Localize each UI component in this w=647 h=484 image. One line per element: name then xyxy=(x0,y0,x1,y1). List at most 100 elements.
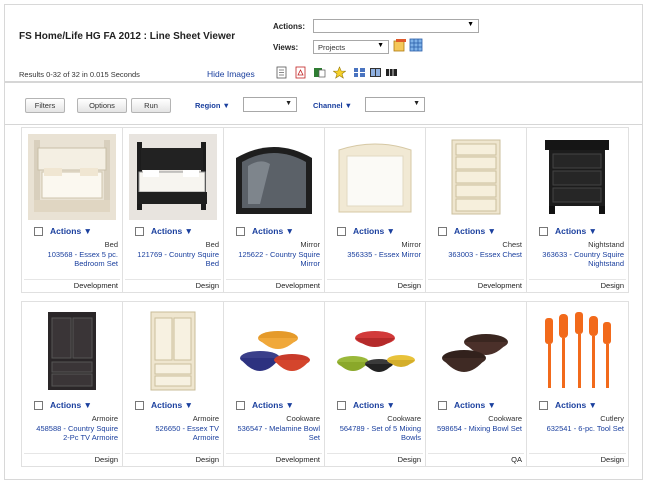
favorite-icon[interactable] xyxy=(333,66,346,79)
product-link[interactable]: 356335 - Essex Mirror xyxy=(333,250,421,259)
run-button[interactable]: Run xyxy=(131,98,171,113)
select-checkbox[interactable] xyxy=(135,401,144,410)
columns-view-icon[interactable] xyxy=(385,66,398,79)
product-link[interactable]: 564789 - Set of 5 Mixing Bowls xyxy=(333,424,421,442)
region-label-text: Region xyxy=(195,101,221,110)
product-actions-menu[interactable]: Actions ▼ xyxy=(353,400,395,410)
product-link[interactable]: 526650 - Essex TV Armoire xyxy=(131,424,219,442)
product-link[interactable]: 632541 - 6-pc. Tool Set xyxy=(536,424,624,433)
product-actions-menu[interactable]: Actions ▼ xyxy=(50,226,92,236)
product-image[interactable] xyxy=(533,308,621,394)
select-checkbox[interactable] xyxy=(337,227,346,236)
select-checkbox[interactable] xyxy=(34,401,43,410)
select-checkbox[interactable] xyxy=(539,401,548,410)
product-grid-row-2: Actions ▼ Armoire 458588 - Country Squire … xyxy=(21,301,629,467)
product-actions-label: Actions xyxy=(151,226,183,236)
product-actions-menu[interactable]: Actions ▼ xyxy=(353,226,395,236)
product-image[interactable] xyxy=(230,308,318,394)
product-card: Actions ▼ Chest 363003 - Essex Chest Develo… xyxy=(426,128,527,292)
select-checkbox[interactable] xyxy=(236,401,245,410)
product-actions-menu[interactable]: Actions ▼ xyxy=(555,400,597,410)
filters-button[interactable]: Filters xyxy=(25,98,65,113)
product-actions-label: Actions xyxy=(252,226,284,236)
header: FS Home/Life HG FA 2012 : Line Sheet Vie… xyxy=(5,5,642,61)
options-button[interactable]: Options xyxy=(77,98,127,113)
line-sheet-viewer: FS Home/Life HG FA 2012 : Line Sheet Vie… xyxy=(4,4,643,480)
product-actions-label: Actions xyxy=(151,400,183,410)
product-link[interactable]: 536547 - Melamine Bowl Set xyxy=(232,424,320,442)
product-card: Actions ▼ Cookware 536547 - Melamine Bowl … xyxy=(224,302,325,466)
product-image[interactable] xyxy=(331,134,419,220)
product-category: Bed xyxy=(104,240,118,249)
product-link[interactable]: 363633 - Country Squire Nightstand xyxy=(536,250,624,268)
product-image[interactable] xyxy=(331,308,419,394)
product-image[interactable] xyxy=(129,308,217,394)
product-actions-menu[interactable]: Actions ▼ xyxy=(454,226,496,236)
excel-icon[interactable] xyxy=(313,66,326,79)
product-actions-menu[interactable]: Actions ▼ xyxy=(50,400,92,410)
product-category: Armoire xyxy=(91,414,118,423)
channel-label-text: Channel xyxy=(313,101,343,110)
view-settings-icon[interactable] xyxy=(393,38,407,52)
views-label: Views: xyxy=(273,43,299,52)
product-card: Actions ▼ Mirror 356335 - Essex Mirror Desi… xyxy=(325,128,426,292)
product-card: Actions ▼ Mirror 125622 - Country Squire M… xyxy=(224,128,325,292)
actions-dropdown[interactable]: ▼ xyxy=(313,19,479,33)
product-actions-menu[interactable]: Actions ▼ xyxy=(151,400,193,410)
product-status: Development xyxy=(24,279,120,290)
page-icon[interactable] xyxy=(275,66,288,79)
region-select[interactable]: ▼ xyxy=(243,97,297,112)
grid-view-icon[interactable] xyxy=(409,38,423,52)
chevron-down-icon: ▼ xyxy=(386,400,395,410)
product-image[interactable] xyxy=(28,134,116,220)
chevron-down-icon: ▼ xyxy=(184,226,193,236)
product-actions-label: Actions xyxy=(50,400,82,410)
product-actions-label: Actions xyxy=(454,226,486,236)
chevron-down-icon: ▼ xyxy=(487,226,496,236)
product-link[interactable]: 125622 - Country Squire Mirror xyxy=(232,250,320,268)
product-link[interactable]: 598654 - Mixing Bowl Set xyxy=(434,424,522,433)
chevron-down-icon: ▼ xyxy=(588,226,597,236)
product-image[interactable] xyxy=(432,134,520,220)
product-category: Armoire xyxy=(192,414,219,423)
select-checkbox[interactable] xyxy=(438,401,447,410)
select-checkbox[interactable] xyxy=(34,227,43,236)
chevron-down-icon: ▼ xyxy=(588,400,597,410)
product-category: Nightstand xyxy=(588,240,624,249)
select-checkbox[interactable] xyxy=(438,227,447,236)
product-actions-menu[interactable]: Actions ▼ xyxy=(555,226,597,236)
product-image[interactable] xyxy=(129,134,217,220)
list-view-icon[interactable] xyxy=(353,66,366,79)
chevron-down-icon: ▼ xyxy=(487,400,496,410)
product-link[interactable]: 121769 - Country Squire Bed xyxy=(131,250,219,268)
product-image[interactable] xyxy=(533,134,621,220)
views-dropdown[interactable]: Projects ▼ xyxy=(313,40,389,54)
product-actions-menu[interactable]: Actions ▼ xyxy=(454,400,496,410)
product-link[interactable]: 458588 - Country Squire 2-Pc TV Armoire xyxy=(30,424,118,442)
product-card: Actions ▼ Nightstand 363633 - Country Squi… xyxy=(527,128,628,292)
product-category: Chest xyxy=(502,240,522,249)
product-status: Design xyxy=(24,453,120,464)
channel-select[interactable]: ▼ xyxy=(365,97,425,112)
product-card: Actions ▼ Armoire 458588 - Country Squire … xyxy=(22,302,123,466)
product-image[interactable] xyxy=(432,308,520,394)
product-link[interactable]: 363003 - Essex Chest xyxy=(434,250,522,259)
product-actions-menu[interactable]: Actions ▼ xyxy=(151,226,193,236)
product-actions-menu[interactable]: Actions ▼ xyxy=(252,400,294,410)
chevron-down-icon: ▼ xyxy=(377,42,384,49)
product-actions-menu[interactable]: Actions ▼ xyxy=(252,226,294,236)
image-view-icon[interactable] xyxy=(369,66,382,79)
page-title: FS Home/Life HG FA 2012 : Line Sheet Vie… xyxy=(19,31,236,42)
select-checkbox[interactable] xyxy=(539,227,548,236)
product-image[interactable] xyxy=(230,134,318,220)
filter-toolbar: Filters Options Run Region ▼ ▼ Channel ▼… xyxy=(5,87,642,125)
product-image[interactable] xyxy=(28,308,116,394)
channel-filter-label: Channel ▼ xyxy=(313,101,353,110)
select-checkbox[interactable] xyxy=(337,401,346,410)
select-checkbox[interactable] xyxy=(236,227,245,236)
product-actions-label: Actions xyxy=(252,400,284,410)
pdf-icon[interactable] xyxy=(294,66,307,79)
product-link[interactable]: 103568 - Essex 5 pc. Bedroom Set xyxy=(30,250,118,268)
select-checkbox[interactable] xyxy=(135,227,144,236)
hide-images-link[interactable]: Hide Images xyxy=(207,69,255,79)
